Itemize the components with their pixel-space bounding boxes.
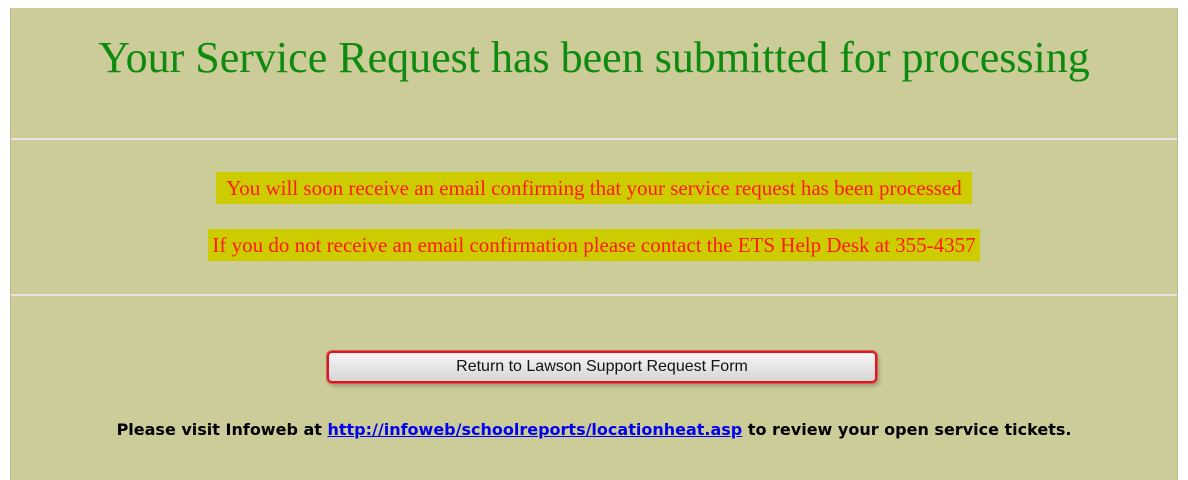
message-section: You will soon receive an email confirmin… [11, 142, 1177, 296]
contact-message-text: If you do not receive an email confirmat… [208, 229, 980, 261]
contact-message: If you do not receive an email confirmat… [11, 229, 1177, 261]
confirmation-message: You will soon receive an email confirmin… [11, 172, 1177, 204]
action-section: Return to Lawson Support Request Form Pl… [11, 298, 1177, 480]
confirmation-message-text: You will soon receive an email confirmin… [216, 172, 972, 204]
return-to-form-button[interactable]: Return to Lawson Support Request Form [327, 351, 877, 383]
page-container: Your Service Request has been submitted … [10, 8, 1178, 480]
title-section: Your Service Request has been submitted … [11, 8, 1177, 140]
infoweb-notice: Please visit Infoweb at http://infoweb/s… [11, 420, 1177, 440]
page-title: Your Service Request has been submitted … [98, 33, 1090, 82]
infoweb-notice-prefix: Please visit Infoweb at [116, 420, 328, 439]
infoweb-link[interactable]: http://infoweb/schoolreports/locationhea… [327, 420, 742, 439]
infoweb-notice-suffix: to review your open service tickets. [742, 420, 1072, 439]
